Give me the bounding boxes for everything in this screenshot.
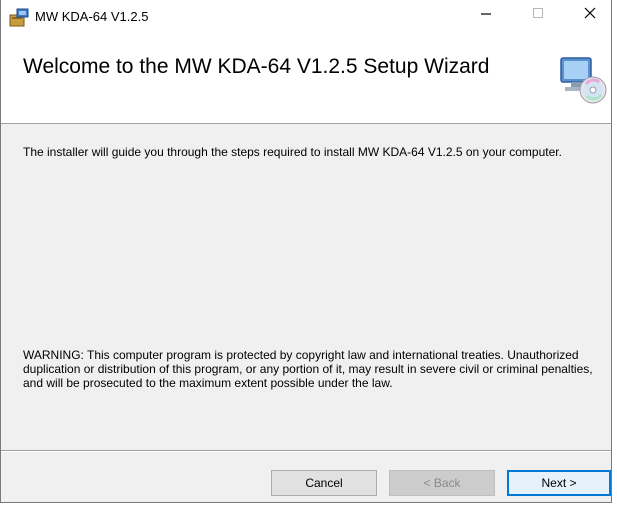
intro-text: The installer will guide you through the…	[23, 145, 562, 159]
copyright-warning: WARNING: This computer program is protec…	[23, 348, 593, 390]
title-bar[interactable]: MW KDA-64 V1.2.5	[1, 0, 611, 40]
installer-app-icon	[8, 6, 30, 28]
wizard-header: Welcome to the MW KDA-64 V1.2.5 Setup Wi…	[1, 40, 611, 124]
minimize-icon	[480, 6, 492, 24]
close-button[interactable]	[567, 0, 613, 30]
close-icon	[584, 6, 596, 24]
computer-disc-icon	[557, 52, 609, 104]
minimize-button[interactable]	[463, 0, 509, 30]
maximize-icon	[532, 6, 544, 24]
installer-window: MW KDA-64 V1.2.5 Welcome to the MW KDA-6…	[0, 0, 612, 503]
maximize-button[interactable]	[515, 0, 561, 30]
back-button[interactable]: < Back	[389, 470, 495, 496]
page-title: Welcome to the MW KDA-64 V1.2.5 Setup Wi…	[23, 55, 490, 78]
button-divider	[1, 450, 611, 452]
next-button[interactable]: Next >	[507, 470, 611, 496]
cancel-button[interactable]: Cancel	[271, 470, 377, 496]
window-title: MW KDA-64 V1.2.5	[35, 9, 149, 24]
